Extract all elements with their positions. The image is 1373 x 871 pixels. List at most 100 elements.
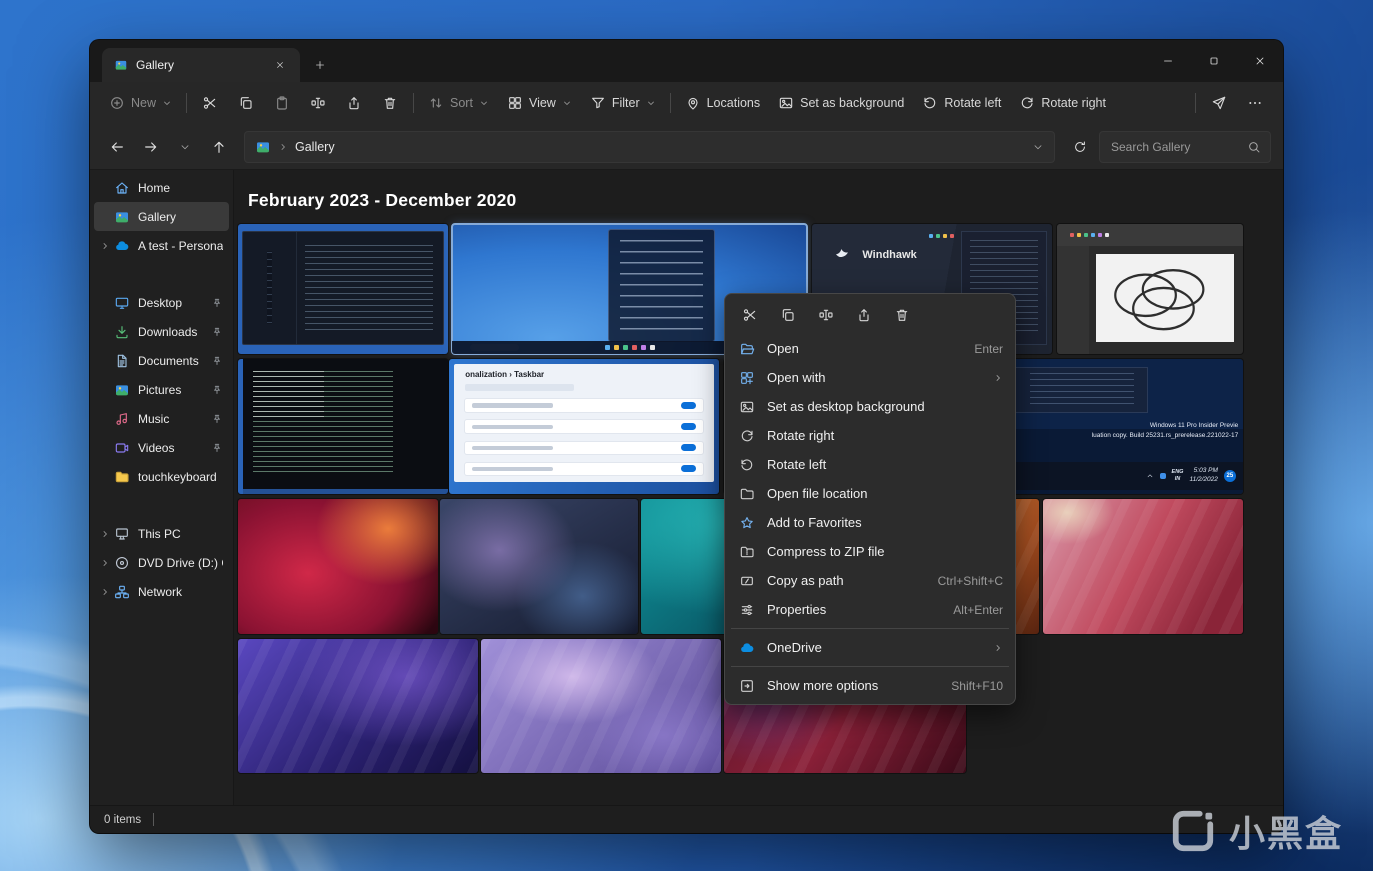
- chevron-right-icon: [993, 373, 1003, 383]
- refresh-icon: [1073, 140, 1087, 154]
- sidebar-item-pictures[interactable]: Pictures: [94, 375, 229, 404]
- delete-button[interactable]: [372, 87, 408, 119]
- search-box[interactable]: [1099, 131, 1271, 163]
- cut-button[interactable]: [192, 87, 228, 119]
- sidebar-item-home[interactable]: Home: [94, 173, 229, 202]
- share-icon: [346, 95, 362, 111]
- menu-item-show-more-options[interactable]: Show more options Shift+F10: [729, 671, 1011, 700]
- sidebar-item-onedrive-personal[interactable]: A test - Personal: [94, 231, 229, 260]
- chevron-right-icon: [100, 241, 110, 251]
- map-pin-icon: [685, 95, 701, 111]
- rename-icon: [818, 307, 834, 323]
- menu-item-set-as-desktop-background[interactable]: Set as desktop background: [729, 392, 1011, 421]
- sidebar-item-documents[interactable]: Documents: [94, 346, 229, 375]
- share-button[interactable]: [336, 87, 372, 119]
- new-button[interactable]: New: [100, 87, 181, 119]
- up-button[interactable]: [204, 132, 234, 162]
- sidebar-item-music[interactable]: Music: [94, 404, 229, 433]
- share-button[interactable]: [847, 300, 881, 330]
- thumbnail-lavender-silk-wallpaper[interactable]: [481, 639, 721, 773]
- sidebar-item-dvd-drive[interactable]: DVD Drive (D:) CCC: [94, 548, 229, 577]
- sidebar-item-desktop[interactable]: Desktop: [94, 288, 229, 317]
- copy-button[interactable]: [228, 87, 264, 119]
- set-as-background-button[interactable]: Set as background: [769, 87, 913, 119]
- menu-item-properties[interactable]: Properties Alt+Enter: [729, 595, 1011, 624]
- refresh-button[interactable]: [1065, 132, 1095, 162]
- paste-button[interactable]: [264, 87, 300, 119]
- view-icon: [507, 95, 523, 111]
- menu-separator: [731, 666, 1009, 667]
- menu-item-rotate-left[interactable]: Rotate left: [729, 450, 1011, 479]
- rename-button[interactable]: [300, 87, 336, 119]
- menu-item-open[interactable]: Open Enter: [729, 334, 1011, 363]
- thumbnail-pink-silk-wallpaper[interactable]: [1043, 499, 1243, 634]
- thumbnail-violet-silk-wallpaper[interactable]: [238, 639, 478, 773]
- sidebar-item-downloads[interactable]: Downloads: [94, 317, 229, 346]
- send-icon: [1211, 95, 1227, 111]
- thumbnail-insider-preview-screenshot[interactable]: Windows 11 Pro Insider Previe luation co…: [1006, 359, 1243, 494]
- minimize-button[interactable]: [1145, 40, 1191, 82]
- filter-button[interactable]: Filter: [581, 87, 665, 119]
- sidebar-item-gallery[interactable]: Gallery: [94, 202, 229, 231]
- menu-item-compress-to-zip[interactable]: Compress to ZIP file: [729, 537, 1011, 566]
- chevron-down-icon: [479, 98, 489, 108]
- sidebar-item-videos[interactable]: Videos: [94, 433, 229, 462]
- menu-item-add-to-favorites[interactable]: Add to Favorites: [729, 508, 1011, 537]
- breadcrumb-item[interactable]: Gallery: [295, 140, 335, 154]
- rename-button[interactable]: [809, 300, 843, 330]
- tab-gallery[interactable]: Gallery: [102, 48, 300, 82]
- chevron-right-icon: [100, 558, 110, 568]
- item-count: 0 items: [104, 814, 141, 826]
- new-tab-button[interactable]: [308, 53, 332, 77]
- locations-button[interactable]: Locations: [676, 87, 770, 119]
- menu-item-open-with[interactable]: Open with: [729, 363, 1011, 392]
- forward-button[interactable]: [136, 132, 166, 162]
- desktop-icon: [114, 295, 130, 311]
- mini-clock-time: 5:03 PM: [1194, 467, 1218, 476]
- close-window-button[interactable]: [1237, 40, 1283, 82]
- chevron-down-icon: [179, 141, 191, 153]
- view-button[interactable]: View: [498, 87, 581, 119]
- chevron-down-icon[interactable]: [1032, 141, 1044, 153]
- cut-button[interactable]: [733, 300, 767, 330]
- sort-button[interactable]: Sort: [419, 87, 498, 119]
- onedrive-cloud-icon: [114, 238, 130, 254]
- star-icon: [739, 515, 755, 531]
- menu-item-copy-as-path[interactable]: Copy as path Ctrl+Shift+C: [729, 566, 1011, 595]
- search-input[interactable]: [1109, 139, 1241, 155]
- back-button[interactable]: [102, 132, 132, 162]
- thumbnail-file-manager-screenshot[interactable]: [238, 224, 448, 354]
- menu-item-rotate-right[interactable]: Rotate right: [729, 421, 1011, 450]
- network-icon: [114, 584, 130, 600]
- thumbnail-purple-smoke-wallpaper[interactable]: [440, 499, 638, 634]
- downloads-icon: [114, 324, 130, 340]
- thumbnail-paint-circles-screenshot[interactable]: [1057, 224, 1243, 354]
- sidebar-item-touchkeyboard[interactable]: touchkeyboard: [94, 462, 229, 491]
- menu-item-open-file-location[interactable]: Open file location: [729, 479, 1011, 508]
- gallery-icon: [114, 58, 128, 72]
- chevron-right-icon: [100, 587, 110, 597]
- pin-icon: [211, 384, 223, 396]
- send-button[interactable]: [1201, 87, 1237, 119]
- sidebar-item-network[interactable]: Network: [94, 577, 229, 606]
- recent-locations-button[interactable]: [170, 132, 200, 162]
- toolbar-separator: [413, 93, 414, 113]
- rotate-right-button[interactable]: Rotate right: [1010, 87, 1115, 119]
- thumbnail-red-abstract-wallpaper[interactable]: [238, 499, 438, 634]
- onedrive-cloud-icon: [739, 640, 755, 656]
- menu-item-onedrive[interactable]: OneDrive: [729, 633, 1011, 662]
- tab-close-button[interactable]: [268, 53, 292, 77]
- sidebar-item-this-pc[interactable]: This PC: [94, 519, 229, 548]
- gallery-content: February 2023 - December 2020 Windhawk: [233, 170, 1283, 805]
- more-options-button[interactable]: [1237, 87, 1273, 119]
- rotate-left-button[interactable]: Rotate left: [913, 87, 1010, 119]
- delete-button[interactable]: [885, 300, 919, 330]
- maximize-button[interactable]: [1191, 40, 1237, 82]
- thumbnail-terminal-screenshot[interactable]: [238, 359, 448, 494]
- copy-icon: [238, 95, 254, 111]
- breadcrumb[interactable]: Gallery: [244, 131, 1055, 163]
- thumbnail-taskbar-settings-screenshot[interactable]: onalization › Taskbar: [449, 359, 719, 494]
- copy-button[interactable]: [771, 300, 805, 330]
- pin-icon: [211, 413, 223, 425]
- open-with-icon: [739, 370, 755, 386]
